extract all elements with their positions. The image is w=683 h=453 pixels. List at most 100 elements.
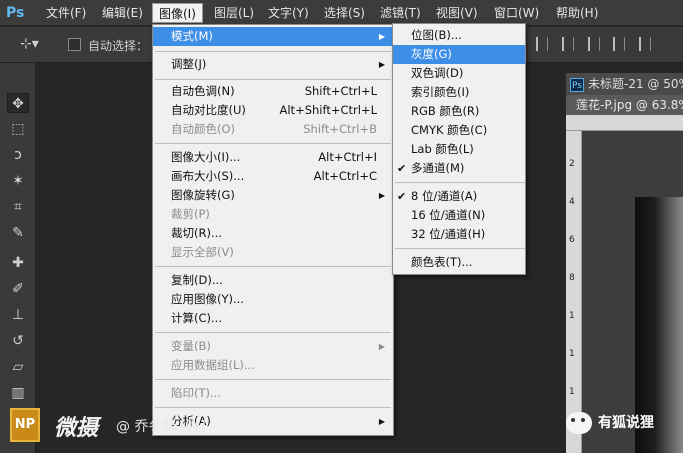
distribute-icon[interactable] xyxy=(613,37,626,51)
watermark-account: 有狐说狸 xyxy=(598,415,654,431)
gradient-tool-icon[interactable]: ▥ xyxy=(7,383,29,403)
ruler-mark: 8 xyxy=(569,273,575,283)
watermark-author: @ 乔冬娟 [微] xyxy=(116,419,206,435)
menu-item-crop: 裁剪(P) xyxy=(153,205,393,224)
ps-document-icon: Ps xyxy=(570,77,584,92)
menu-item-auto-contrast[interactable]: 自动对比度(U) Alt+Shift+Ctrl+L xyxy=(153,101,393,120)
mode-16-bit[interactable]: 16 位/通道(N) xyxy=(393,206,525,225)
menu-window[interactable]: 窗口(W) xyxy=(488,3,545,23)
stamp-tool-icon[interactable]: ⊥ xyxy=(7,305,29,325)
mode-lab[interactable]: Lab 颜色(L) xyxy=(393,140,525,159)
submenu-item-label: RGB 颜色(R) xyxy=(411,104,480,118)
menu-item-adjustments[interactable]: 调整(J) ▶ xyxy=(153,55,393,74)
menu-edit[interactable]: 编辑(E) xyxy=(96,3,149,23)
menu-bar: Ps 文件(F) 编辑(E) 图像(I) 图层(L) 文字(Y) 选择(S) 滤… xyxy=(0,0,683,26)
menu-item-label: 陷印(T)... xyxy=(171,386,221,400)
mode-submenu: 位图(B)... 灰度(G) 双色调(D) 索引颜色(I) RGB 颜色(R) … xyxy=(392,23,526,275)
image-menu-dropdown: 模式(M) ▶ 调整(J) ▶ 自动色调(N) Shift+Ctrl+L 自动对比度(… xyxy=(152,24,394,436)
menu-type[interactable]: 文字(Y) xyxy=(262,3,315,23)
menu-separator xyxy=(395,182,525,183)
history-brush-icon[interactable]: ↺ xyxy=(7,331,29,351)
submenu-arrow-icon: ▶ xyxy=(378,191,385,200)
menu-item-label: 画布大小(S)... xyxy=(171,169,245,183)
menu-item-label: 自动对比度(U) xyxy=(171,103,246,117)
mode-multichannel[interactable]: ✔ 多通道(M) xyxy=(393,159,525,178)
move-tool-icon[interactable]: ✥ xyxy=(7,93,29,113)
distribute-center-icon[interactable] xyxy=(639,37,652,51)
submenu-item-label: 灰度(G) xyxy=(411,47,452,61)
menu-item-canvas-size[interactable]: 画布大小(S)... Alt+Ctrl+C xyxy=(153,167,393,186)
mode-bitmap[interactable]: 位图(B)... xyxy=(393,26,525,45)
menu-item-label: 复制(D)... xyxy=(171,273,223,287)
menu-item-mode[interactable]: 模式(M) ▶ xyxy=(153,27,393,46)
menu-item-label: 应用图像(Y)... xyxy=(171,292,244,306)
mode-color-table[interactable]: 颜色表(T)... xyxy=(393,253,525,272)
menu-layer[interactable]: 图层(L) xyxy=(208,3,260,23)
mode-indexed-color[interactable]: 索引颜色(I) xyxy=(393,83,525,102)
menu-item-label: 显示全部(V) xyxy=(171,245,234,259)
align-buttons xyxy=(536,37,676,53)
magic-wand-icon[interactable]: ✶ xyxy=(7,171,29,191)
submenu-item-label: 16 位/通道(N) xyxy=(411,208,486,222)
ruler-mark: 4 xyxy=(569,197,575,207)
auto-select-checkbox[interactable] xyxy=(68,38,81,51)
crop-tool-icon[interactable]: ⌗ xyxy=(7,197,29,217)
menu-item-calculations[interactable]: 计算(C)... xyxy=(153,309,393,328)
move-tool-preset-icon[interactable]: ⊹▾ xyxy=(20,36,39,52)
menu-item-trim[interactable]: 裁切(R)... xyxy=(153,224,393,243)
mode-cmyk[interactable]: CMYK 颜色(C) xyxy=(393,121,525,140)
menu-filter[interactable]: 滤镜(T) xyxy=(374,3,427,23)
align-right-icon[interactable] xyxy=(587,37,600,51)
menu-separator xyxy=(155,266,391,267)
menu-item-label: 计算(C)... xyxy=(171,311,222,325)
mode-grayscale[interactable]: 灰度(G) xyxy=(393,45,525,64)
submenu-item-label: 32 位/通道(H) xyxy=(411,227,486,241)
wechat-icon xyxy=(566,412,592,434)
mode-32-bit[interactable]: 32 位/通道(H) xyxy=(393,225,525,244)
lasso-tool-icon[interactable]: ↄ xyxy=(7,145,29,165)
menu-file[interactable]: 文件(F) xyxy=(40,3,92,23)
menu-select[interactable]: 选择(S) xyxy=(318,3,371,23)
menu-item-reveal-all: 显示全部(V) xyxy=(153,243,393,262)
menu-item-variables: 变量(B) ▶ xyxy=(153,337,393,356)
horizontal-ruler xyxy=(566,115,683,131)
mode-duotone[interactable]: 双色调(D) xyxy=(393,64,525,83)
eyedropper-icon[interactable]: ✎ xyxy=(7,223,29,243)
checkmark-icon: ✔ xyxy=(397,162,407,175)
menu-item-apply-data-set: 应用数据组(L)... xyxy=(153,356,393,375)
menu-item-label: 裁剪(P) xyxy=(171,207,210,221)
watermark-logo: NP xyxy=(10,408,40,442)
menu-item-auto-tone[interactable]: 自动色调(N) Shift+Ctrl+L xyxy=(153,82,393,101)
photoshop-logo: Ps xyxy=(6,5,25,21)
menu-item-apply-image[interactable]: 应用图像(Y)... xyxy=(153,290,393,309)
menu-separator xyxy=(155,143,391,144)
ruler-mark: 1 xyxy=(569,387,575,397)
menu-item-duplicate[interactable]: 复制(D)... xyxy=(153,271,393,290)
vertical-ruler: 2 4 6 8 1 1 1 xyxy=(566,131,582,453)
menu-item-shortcut: Alt+Shift+Ctrl+L xyxy=(279,103,378,117)
marquee-tool-icon[interactable]: ⬚ xyxy=(7,119,29,139)
menu-item-label: 自动颜色(O) xyxy=(171,122,236,136)
menu-item-shortcut: Alt+Ctrl+C xyxy=(313,169,377,183)
healing-brush-icon[interactable]: ✚ xyxy=(7,253,29,273)
align-left-icon[interactable] xyxy=(536,37,548,51)
menu-separator xyxy=(155,79,391,80)
menu-view[interactable]: 视图(V) xyxy=(430,3,484,23)
align-center-icon[interactable] xyxy=(561,37,574,51)
mode-8-bit[interactable]: ✔ 8 位/通道(A) xyxy=(393,187,525,206)
brush-tool-icon[interactable]: ✐ xyxy=(7,279,29,299)
eraser-tool-icon[interactable]: ▱ xyxy=(7,357,29,377)
document-tab-lotus[interactable]: 莲花-P.jpg @ 63.8% xyxy=(566,95,683,115)
submenu-item-label: 8 位/通道(A) xyxy=(411,189,478,203)
menu-help[interactable]: 帮助(H) xyxy=(550,3,604,23)
menu-item-trap: 陷印(T)... xyxy=(153,384,393,403)
menu-item-image-rotation[interactable]: 图像旋转(G) ▶ xyxy=(153,186,393,205)
submenu-item-label: 索引颜色(I) xyxy=(411,85,470,99)
menu-separator xyxy=(155,407,391,408)
menu-item-image-size[interactable]: 图像大小(I)... Alt+Ctrl+I xyxy=(153,148,393,167)
menu-image[interactable]: 图像(I) xyxy=(152,3,203,23)
document-tab-untitled[interactable]: Ps 未标题-21 @ 50% xyxy=(566,73,683,95)
submenu-arrow-icon: ▶ xyxy=(378,417,385,426)
submenu-item-label: 双色调(D) xyxy=(411,66,464,80)
mode-rgb[interactable]: RGB 颜色(R) xyxy=(393,102,525,121)
